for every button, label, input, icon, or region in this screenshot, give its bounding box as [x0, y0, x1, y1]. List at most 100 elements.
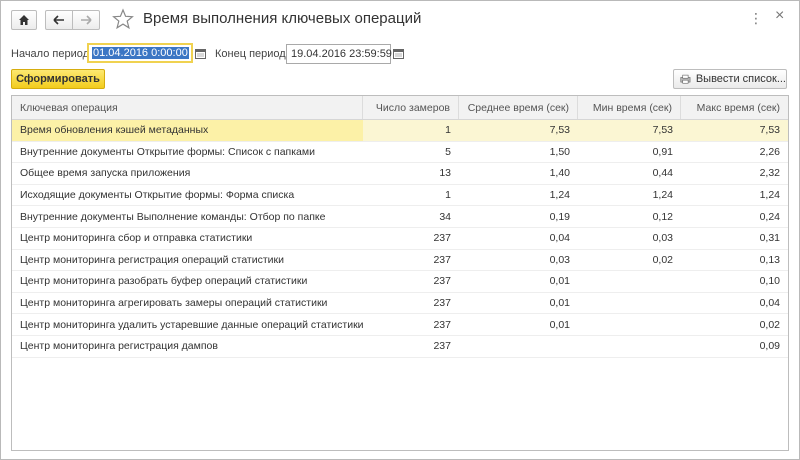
table-cell-min: 0,44: [652, 167, 673, 180]
table-cell-avg: 7,53: [459, 120, 578, 141]
table-cell-count: 13: [439, 167, 451, 180]
table-cell-max: 0,02: [759, 318, 780, 331]
period-start-label: Начало периода:: [11, 48, 99, 60]
table-cell-operation: Центр мониторинга разобрать буфер операц…: [20, 275, 308, 288]
period-end-value: 19.04.2016 23:59:59: [291, 48, 392, 60]
home-icon: [19, 15, 29, 25]
table-cell-min: [578, 271, 681, 292]
column-header-count[interactable]: Число замеров: [363, 96, 459, 119]
table-row[interactable]: Время обновления кэшей метаданных 1 7,53 7,…: [12, 120, 788, 142]
more-menu-icon[interactable]: ⋮: [749, 10, 764, 27]
table-cell-avg: 0,19: [549, 210, 570, 223]
period-start-calendar-button[interactable]: [192, 44, 208, 64]
table-cell-max: 2,26: [759, 145, 780, 158]
table-header: Ключевая операция Число замеров Среднее …: [12, 96, 788, 120]
table-cell-avg: 1,50: [549, 145, 570, 158]
arrow-right-icon: [81, 15, 92, 25]
operations-table[interactable]: Ключевая операция Число замеров Среднее …: [11, 95, 789, 451]
table-cell-operation: Центр мониторинга агрегировать замеры оп…: [20, 297, 328, 310]
table-cell-avg: 1,24: [549, 189, 570, 202]
table-cell-operation: Исходящие документы Открытие формы: Форм…: [20, 189, 295, 202]
page-title: Время выполнения ключевых операций: [143, 10, 422, 27]
column-header-min[interactable]: Мин время (сек): [578, 96, 681, 119]
table-cell-avg: 0,04: [549, 232, 570, 245]
forward-button[interactable]: [72, 10, 100, 30]
star-icon[interactable]: [112, 8, 134, 30]
table-row[interactable]: Центр мониторинга регистрация дампов 237 0…: [12, 336, 788, 358]
table-cell-max: 0,31: [759, 232, 780, 245]
table-cell-operation: Общее время запуска приложения: [20, 167, 191, 180]
table-cell-count: 237: [433, 340, 451, 353]
table-cell-operation: Центр мониторинга сбор и отправка статис…: [20, 232, 253, 245]
table-cell-min: 1,24: [652, 189, 673, 202]
table-cell-max: 7,53: [681, 120, 788, 141]
table-cell-min: 7,53: [578, 120, 681, 141]
table-cell-count: 237: [433, 297, 451, 310]
table-cell-max: 0,04: [759, 297, 780, 310]
table-row[interactable]: Внутренние документы Выполнение команды:…: [12, 206, 788, 228]
table-cell-max: 0,10: [759, 275, 780, 288]
column-header-max[interactable]: Макс время (сек): [681, 96, 788, 119]
period-end-calendar-button[interactable]: [390, 44, 406, 64]
column-header-avg[interactable]: Среднее время (сек): [459, 96, 578, 119]
table-cell-avg: 0,01: [549, 297, 570, 310]
print-list-icon: [680, 74, 691, 84]
table-cell-count: 237: [433, 318, 451, 331]
table-cell-count: 1: [363, 120, 459, 141]
table-cell-count: 34: [439, 210, 451, 223]
table-cell-max: 0,24: [759, 210, 780, 223]
table-cell-avg: 1,40: [549, 167, 570, 180]
table-cell-min: 0,02: [652, 253, 673, 266]
close-icon[interactable]: ×: [775, 7, 784, 25]
table-cell-avg: 0,01: [549, 275, 570, 288]
table-cell-min: 0,12: [652, 210, 673, 223]
export-list-label: Вывести список...: [695, 73, 786, 85]
table-row[interactable]: Центр мониторинга агрегировать замеры оп…: [12, 293, 788, 315]
column-header-operation[interactable]: Ключевая операция: [12, 96, 363, 119]
generate-button[interactable]: Сформировать: [11, 69, 105, 89]
table-row[interactable]: Общее время запуска приложения 13 1,40 0,44…: [12, 163, 788, 185]
title-bar: Время выполнения ключевых операций ⋮ ×: [1, 1, 799, 37]
table-cell-max: 2,32: [759, 167, 780, 180]
table-cell-count: 237: [433, 275, 451, 288]
home-button[interactable]: [11, 10, 37, 30]
table-cell-max: 0,13: [759, 253, 780, 266]
table-cell-operation: Центр мониторинга регистрация дампов: [20, 340, 218, 353]
table-cell-operation: Время обновления кэшей метаданных: [20, 124, 209, 137]
table-row[interactable]: Центр мониторинга разобрать буфер операц…: [12, 271, 788, 293]
export-list-button[interactable]: Вывести список...: [673, 69, 787, 89]
table-row[interactable]: Внутренние документы Открытие формы: Спи…: [12, 142, 788, 164]
table-cell-avg: 0,01: [549, 318, 570, 331]
table-cell-min: 0,03: [652, 232, 673, 245]
table-body: Время обновления кэшей метаданных 1 7,53 7,…: [12, 120, 788, 358]
table-cell-operation: Внутренние документы Открытие формы: Спи…: [20, 145, 315, 158]
table-cell-count: 237: [433, 232, 451, 245]
table-row[interactable]: Центр мониторинга регистрация операций с…: [12, 250, 788, 272]
table-row[interactable]: Исходящие документы Открытие формы: Форм…: [12, 185, 788, 207]
table-cell-min: [578, 336, 681, 357]
table-cell-operation: Центр мониторинга регистрация операций с…: [20, 253, 284, 266]
table-row[interactable]: Центр мониторинга сбор и отправка статис…: [12, 228, 788, 250]
table-cell-max: 0,09: [759, 340, 780, 353]
table-row[interactable]: Центр мониторинга удалить устаревшие дан…: [12, 314, 788, 336]
table-cell-count: 5: [445, 145, 451, 158]
period-end-label: Конец периода:: [215, 48, 295, 60]
table-cell-min: [578, 314, 681, 335]
table-cell-avg: 0,03: [549, 253, 570, 266]
table-cell-operation: Внутренние документы Выполнение команды:…: [20, 210, 326, 223]
table-cell-count: 237: [433, 253, 451, 266]
period-end-field[interactable]: 19.04.2016 23:59:59: [286, 44, 392, 64]
period-start-value: 01.04.2016 0:00:00: [92, 47, 189, 59]
period-start-field[interactable]: 01.04.2016 0:00:00: [87, 43, 193, 63]
table-cell-max: 1,24: [759, 189, 780, 202]
back-button[interactable]: [45, 10, 73, 30]
table-cell-operation: Центр мониторинга удалить устаревшие дан…: [20, 318, 363, 331]
table-cell-min: [578, 293, 681, 314]
report-window: Время выполнения ключевых операций ⋮ × Н…: [0, 0, 800, 460]
table-cell-count: 1: [445, 189, 451, 202]
calendar-icon: [194, 49, 206, 59]
arrow-left-icon: [53, 15, 64, 25]
table-cell-avg: [459, 336, 578, 357]
table-cell-min: 0,91: [652, 145, 673, 158]
calendar-icon: [392, 49, 404, 59]
